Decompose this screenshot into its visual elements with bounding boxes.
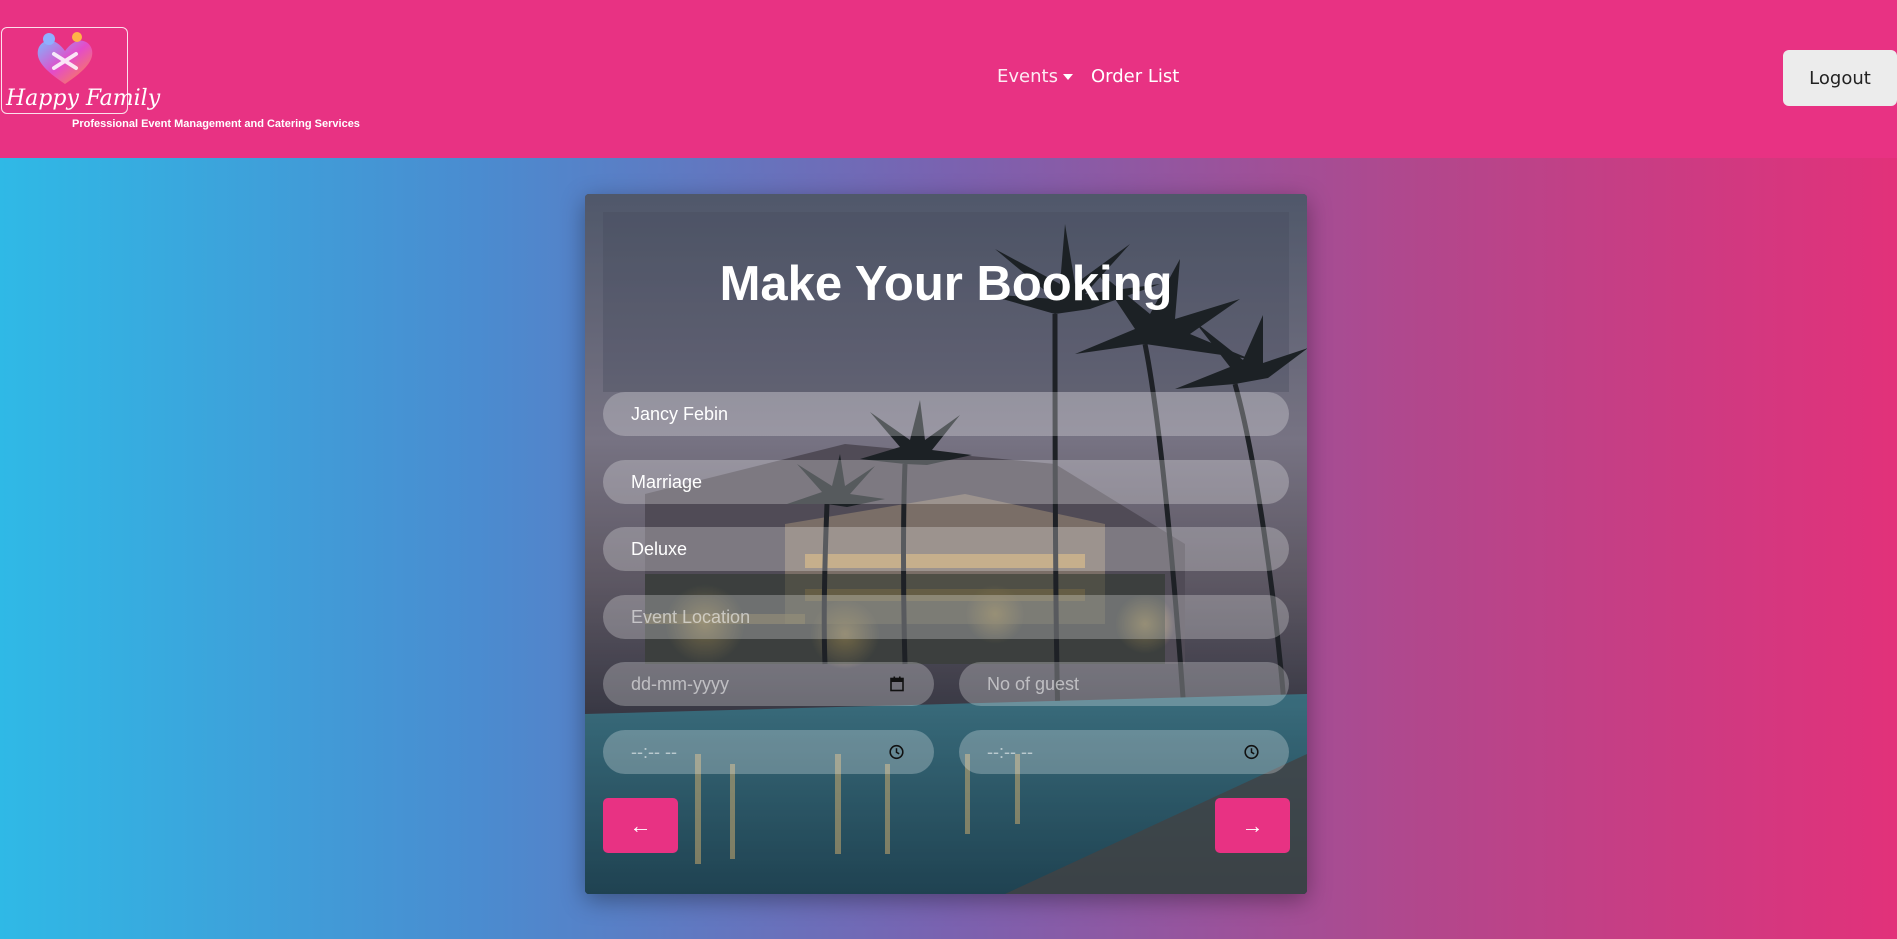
event-location-input[interactable]: Event Location	[603, 595, 1289, 639]
clock-icon[interactable]	[1244, 744, 1259, 760]
brand-tagline: Professional Event Management and Cateri…	[72, 118, 360, 130]
heart-people-logo-icon	[37, 32, 93, 84]
end-time-placeholder: --:-- --	[987, 741, 1033, 762]
next-button[interactable]: →	[1215, 798, 1290, 853]
booking-card: Make Your Booking Jancy Febin Marriage D…	[585, 194, 1307, 894]
events-dropdown[interactable]: Events	[997, 66, 1073, 87]
arrow-left-icon: ←	[629, 812, 652, 838]
main-nav: Events Order List	[997, 66, 1179, 87]
arrow-right-icon: →	[1241, 812, 1264, 838]
chevron-down-icon	[1062, 73, 1073, 80]
brand-logo[interactable]: Happy Family	[1, 27, 160, 114]
package-select[interactable]: Deluxe	[603, 527, 1289, 571]
page-title: Make Your Booking	[719, 257, 1173, 311]
brand-name: Happy Family	[6, 86, 161, 111]
calendar-icon[interactable]	[890, 676, 904, 692]
events-label: Events	[997, 66, 1058, 87]
guest-count-input[interactable]: No of guest	[959, 662, 1289, 706]
back-button[interactable]: ←	[603, 798, 678, 853]
end-time-input[interactable]: --:-- --	[959, 730, 1289, 774]
event-select[interactable]: Marriage	[603, 460, 1289, 504]
order-list-link[interactable]: Order List	[1091, 66, 1179, 87]
date-placeholder: dd-mm-yyyy	[631, 673, 729, 694]
clock-icon[interactable]	[889, 744, 904, 760]
start-time-input[interactable]: --:-- --	[603, 730, 934, 774]
event-date-input[interactable]: dd-mm-yyyy	[603, 662, 934, 706]
logout-button[interactable]: Logout	[1783, 50, 1897, 106]
start-time-placeholder: --:-- --	[631, 741, 677, 762]
name-input[interactable]: Jancy Febin	[603, 392, 1289, 436]
navbar: Happy Family Professional Event Manageme…	[0, 0, 1897, 158]
